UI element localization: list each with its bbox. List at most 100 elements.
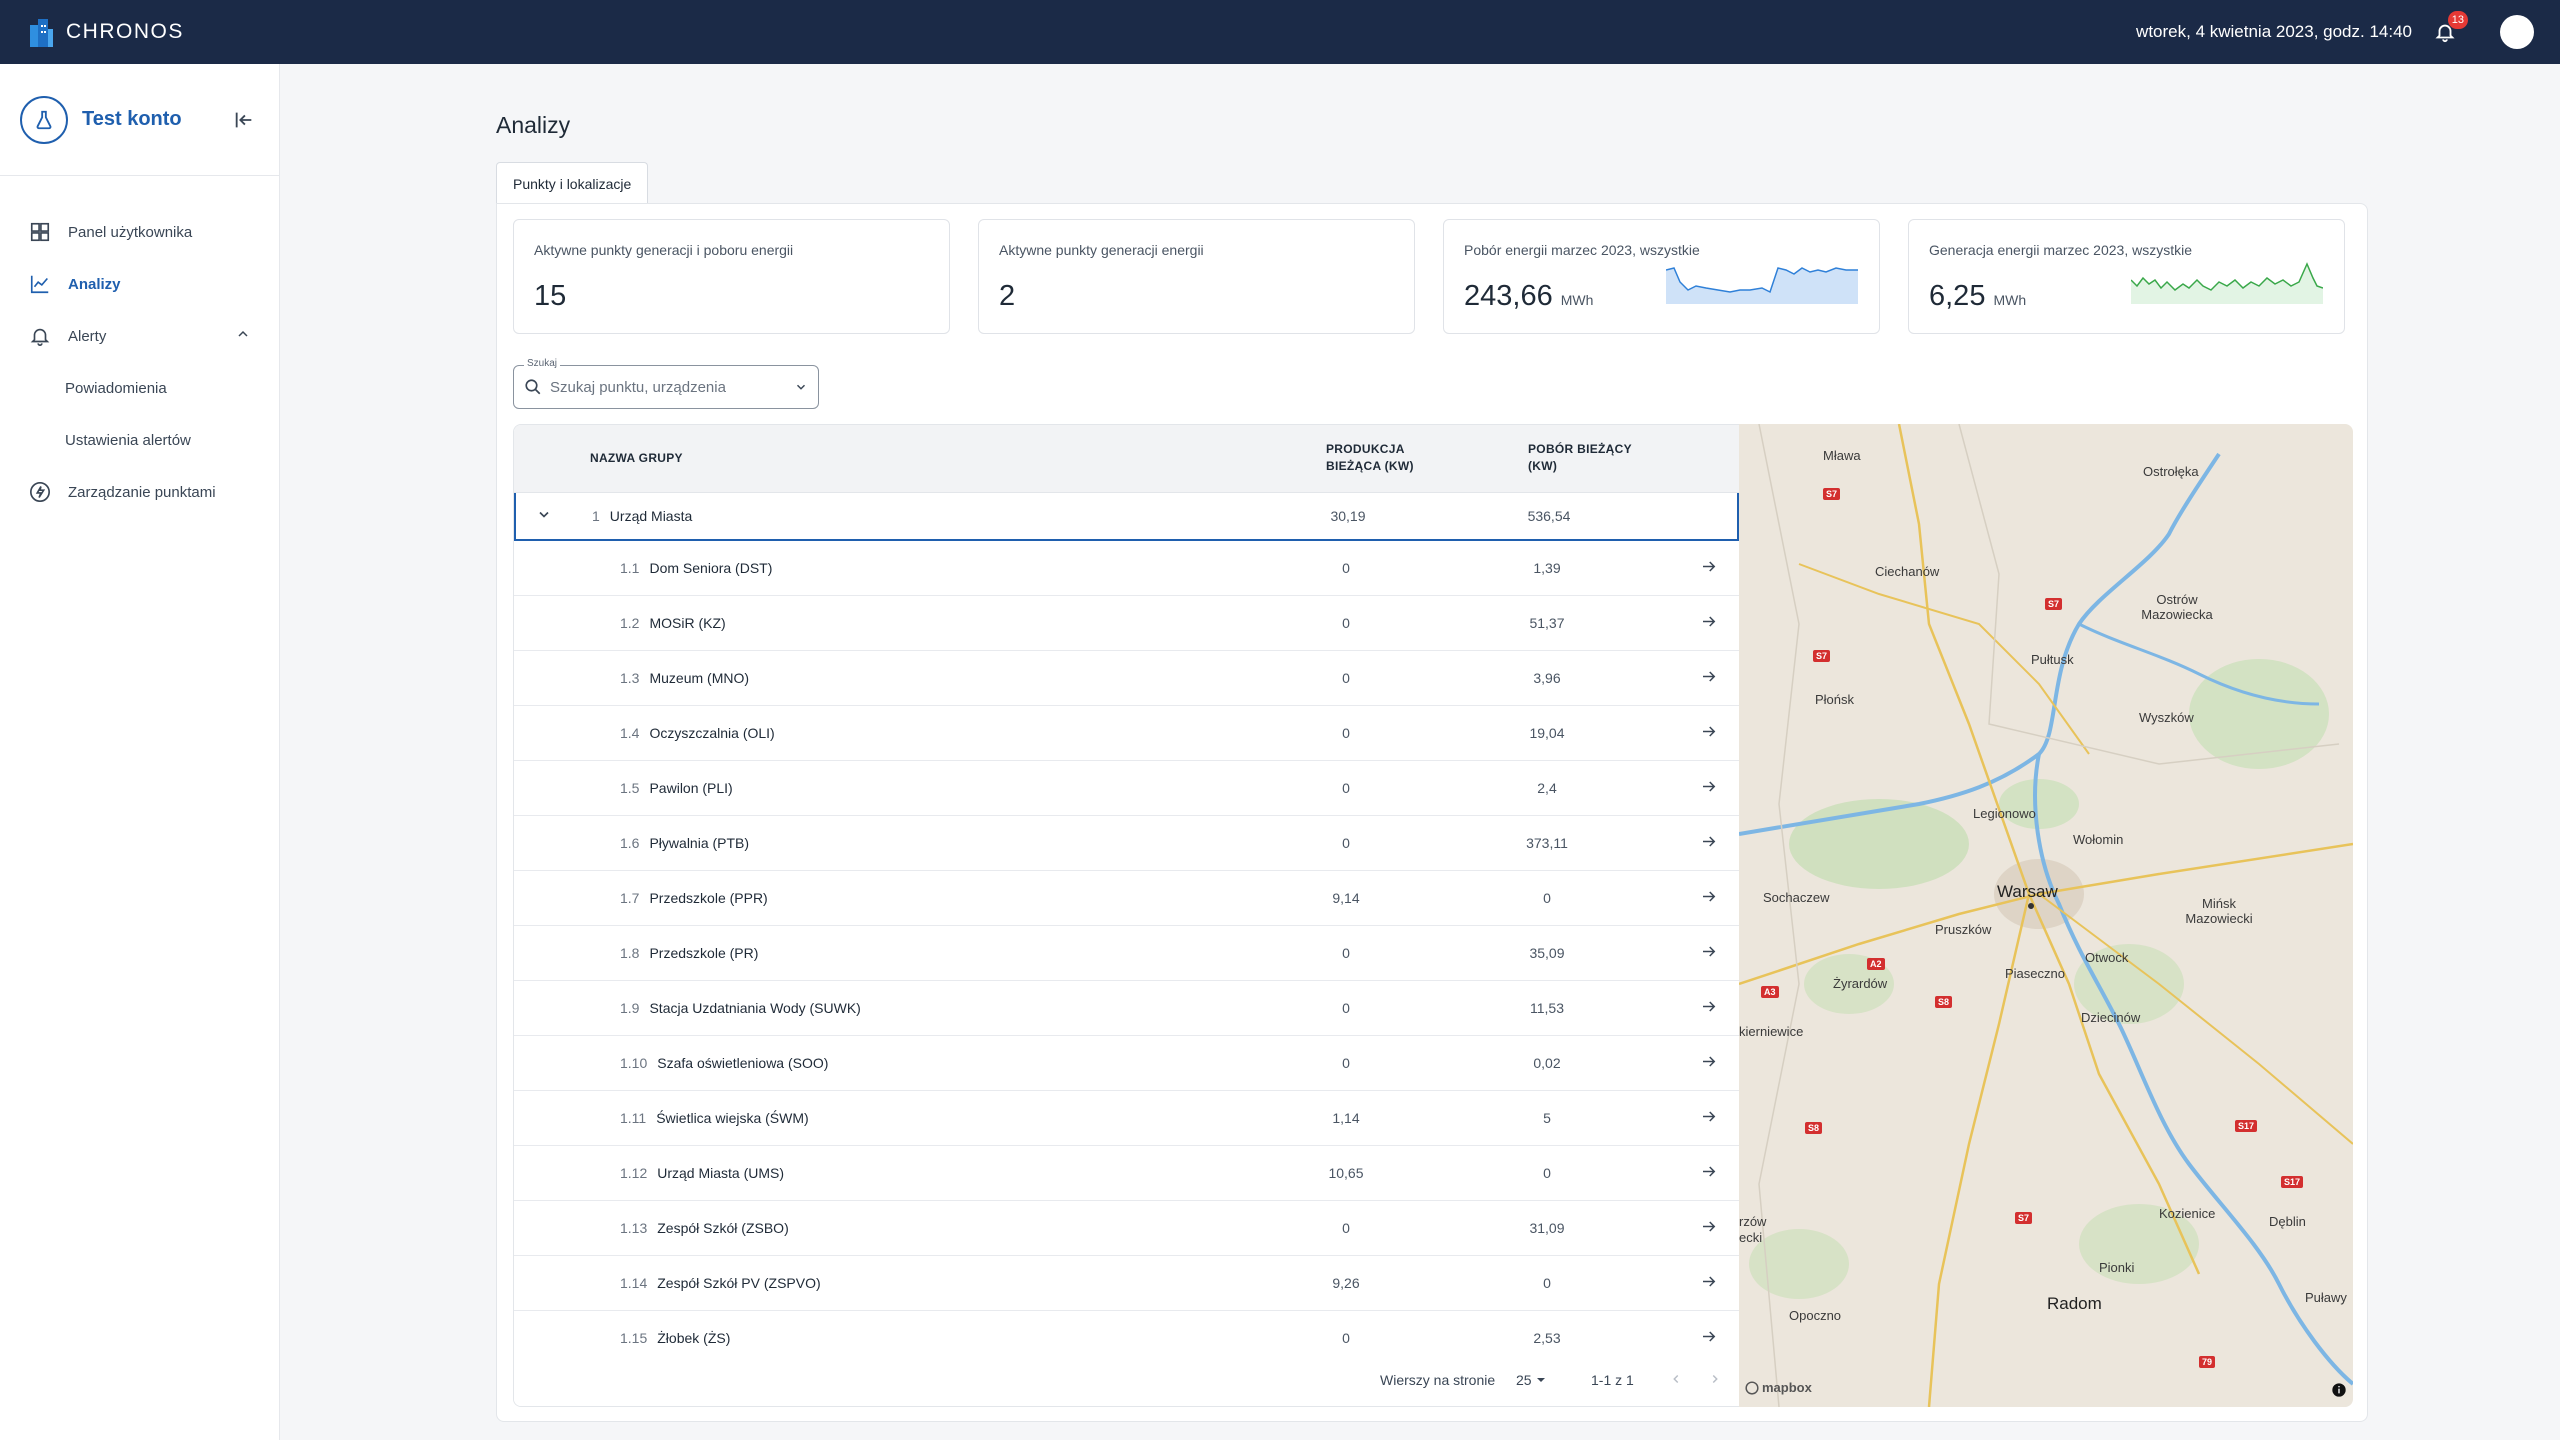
arrow-right-icon[interactable] — [1700, 723, 1718, 744]
point-production: 0 — [1342, 1000, 1350, 1016]
table-row[interactable]: 1.3 Muzeum (MNO) 0 3,96 — [514, 651, 1739, 706]
search-legend: Szukaj — [524, 358, 561, 369]
rows-per-page-select[interactable]: 25 — [1516, 1372, 1546, 1388]
arrow-right-icon[interactable] — [1700, 1108, 1718, 1129]
table-row[interactable]: 1.6 Pływalnia (PTB) 0 373,11 — [514, 816, 1739, 871]
sidebar-item-label: Analizy — [68, 275, 121, 293]
arrow-right-icon[interactable] — [1700, 558, 1718, 579]
sidebar-item-label: Zarządzanie punktami — [68, 483, 216, 501]
table-row[interactable]: 1.14 Zespół Szkół PV (ZSPVO) 9,26 0 — [514, 1256, 1739, 1311]
table-row[interactable]: 1.2 MOSiR (KZ) 0 51,37 — [514, 596, 1739, 651]
point-name: 1.11 Świetlica wiejska (ŚWM) — [620, 1110, 809, 1126]
map-label: Radom — [2047, 1294, 2102, 1313]
point-name: 1.14 Zespół Szkół PV (ZSPVO) — [620, 1275, 821, 1291]
map-label: Kozienice — [2159, 1206, 2216, 1221]
chevron-right-icon — [1712, 1374, 1718, 1383]
point-production: 9,14 — [1332, 890, 1360, 906]
table-row[interactable]: 1.11 Świetlica wiejska (ŚWM) 1,14 5 — [514, 1091, 1739, 1146]
caret-down-icon — [1536, 1378, 1545, 1382]
next-page-button[interactable] — [1708, 1372, 1722, 1389]
road-sign: S7 — [1813, 650, 1831, 662]
table-row-group[interactable]: 1 Urząd Miasta 30,19 536,54 — [514, 493, 1739, 541]
kpi-card[interactable]: Pobór energii marzec 2023, wszystkie 243… — [1443, 219, 1880, 334]
sidebar-item-zarzadzanie[interactable]: Zarządzanie punktami — [0, 466, 279, 518]
tab-punkty-lokalizacje[interactable]: Punkty i lokalizacje — [496, 162, 649, 204]
table-row[interactable]: 1.1 Dom Seniora (DST) 0 1,39 — [514, 541, 1739, 596]
arrow-right-icon[interactable] — [1700, 668, 1718, 689]
arrow-right-icon[interactable] — [1700, 888, 1718, 909]
arrow-right-icon[interactable] — [1700, 943, 1718, 964]
search-input[interactable] — [550, 378, 786, 396]
chevron-up-icon[interactable] — [235, 326, 251, 346]
arrow-right-icon[interactable] — [1700, 998, 1718, 1019]
kpi-card: Aktywne punkty generacji energii 2 — [978, 219, 1415, 334]
map-label: Wołomin — [2073, 832, 2124, 847]
point-consumption: 5 — [1543, 1110, 1551, 1126]
sidebar-item-alerty[interactable]: Alerty — [0, 310, 279, 362]
kpi-label: Aktywne punkty generacji i poboru energi… — [534, 242, 794, 258]
point-consumption: 0 — [1543, 1275, 1551, 1291]
chevron-down-icon[interactable] — [536, 507, 552, 526]
table-row[interactable]: 1.9 Stacja Uzdatniania Wody (SUWK) 0 11,53 — [514, 981, 1739, 1036]
table-header: NAZWA GRUPY PRODUKCJA BIEŻĄCA (KW) POBÓR … — [514, 425, 1739, 493]
avatar[interactable] — [2500, 15, 2534, 49]
table-row[interactable]: 1.7 Przedszkole (PPR) 9,14 0 — [514, 871, 1739, 926]
rows-per-page-label: Wierszy na stronie — [1380, 1372, 1496, 1388]
point-consumption: 0 — [1543, 1165, 1551, 1181]
map-label: Pułtusk — [2031, 652, 2074, 667]
account-name: Test konto — [82, 108, 182, 130]
map-label: Warsaw — [1997, 882, 2058, 901]
search-field[interactable]: Szukaj — [513, 358, 819, 409]
sidebar-item-powiadomienia[interactable]: Powiadomienia — [0, 362, 279, 414]
notifications-button[interactable]: 13 — [2430, 11, 2468, 47]
mapbox-attribution[interactable]: mapbox — [1745, 1380, 1812, 1395]
map-label: Żyrardów — [1833, 976, 1888, 991]
sidebar-item-analizy[interactable]: Analizy — [0, 258, 279, 310]
arrow-right-icon[interactable] — [1700, 778, 1718, 799]
point-production: 0 — [1342, 1220, 1350, 1236]
group-consumption: 536,54 — [1527, 508, 1571, 524]
sidebar-item-ustawienia-alertow[interactable]: Ustawienia alertów — [0, 414, 279, 466]
arrow-right-icon[interactable] — [1700, 833, 1718, 854]
table-row[interactable]: 1.10 Szafa oświetleniowa (SOO) 0 0,02 — [514, 1036, 1739, 1091]
road-sign: S17 — [2235, 1120, 2258, 1132]
prev-page-button[interactable] — [1669, 1372, 1683, 1389]
col-header-group[interactable]: NAZWA GRUPY — [590, 450, 683, 467]
map-label: Piaseczno — [2005, 966, 2065, 981]
dashboard-icon — [28, 220, 52, 244]
table-row[interactable]: 1.4 Oczyszczalnia (OLI) 0 19,04 — [514, 706, 1739, 761]
arrow-right-icon[interactable] — [1700, 1218, 1718, 1239]
table-row[interactable]: 1.12 Urząd Miasta (UMS) 10,65 0 — [514, 1146, 1739, 1201]
collapse-sidebar-button[interactable] — [229, 105, 259, 135]
arrow-right-icon[interactable] — [1700, 1163, 1718, 1184]
arrow-right-icon[interactable] — [1700, 1328, 1718, 1349]
col-header-production[interactable]: PRODUKCJA BIEŻĄCA (KW) — [1326, 441, 1414, 475]
point-production: 0 — [1342, 780, 1350, 796]
map-label: ecki — [1739, 1230, 1763, 1245]
map-label: rzów — [1739, 1214, 1767, 1229]
points-table: NAZWA GRUPY PRODUKCJA BIEŻĄCA (KW) POBÓR … — [513, 424, 1739, 1407]
arrow-right-icon[interactable] — [1700, 1273, 1718, 1294]
point-consumption: 11,53 — [1530, 1000, 1564, 1016]
road-sign: S7 — [1823, 488, 1841, 500]
map-label: Opoczno — [1789, 1308, 1842, 1323]
table-row[interactable]: 1.13 Zespół Szkół (ZSBO) 0 31,09 — [514, 1201, 1739, 1256]
table-row[interactable]: 1.5 Pawilon (PLI) 0 2,4 — [514, 761, 1739, 816]
sidebar-item-panel[interactable]: Panel użytkownika — [0, 206, 279, 258]
kpi-label: Pobór energii marzec 2023, wszystkie — [1464, 242, 1700, 258]
map[interactable]: Mława Ostrołęka Ciechanów Ostrów Mazowie… — [1739, 424, 2353, 1407]
group-name: 1 Urząd Miasta — [592, 508, 693, 524]
building-logo-icon — [26, 15, 56, 49]
kpi-card[interactable]: Generacja energii marzec 2023, wszystkie… — [1908, 219, 2345, 334]
col-header-consumption[interactable]: POBÓR BIEŻĄCY (KW) — [1528, 441, 1632, 475]
table-row[interactable]: 1.8 Przedszkole (PR) 0 35,09 — [514, 926, 1739, 981]
road-sign: S7 — [2015, 1212, 2033, 1224]
point-name: 1.7 Przedszkole (PPR) — [620, 890, 768, 906]
info-icon[interactable] — [2331, 1382, 2347, 1403]
point-name: 1.8 Przedszkole (PR) — [620, 945, 759, 961]
mapbox-logo-icon — [1745, 1380, 1759, 1395]
arrow-right-icon[interactable] — [1700, 613, 1718, 634]
arrow-right-icon[interactable] — [1700, 1053, 1718, 1074]
logo[interactable]: CHRONOS — [26, 15, 184, 49]
point-production: 0 — [1342, 945, 1350, 961]
